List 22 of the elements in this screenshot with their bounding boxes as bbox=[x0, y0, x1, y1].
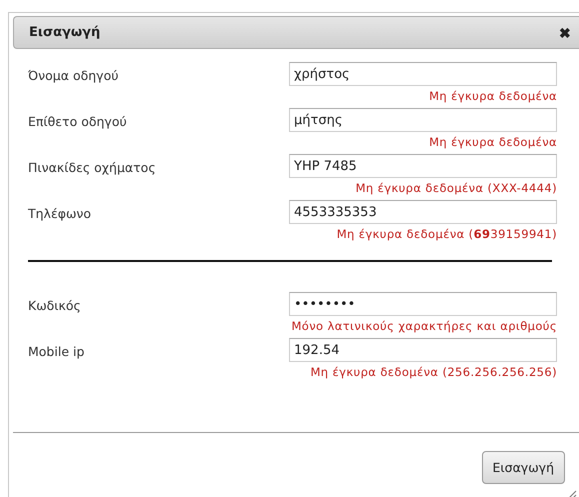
field-label: Τηλέφωνο bbox=[28, 205, 92, 223]
field-label: Κωδικός bbox=[28, 297, 82, 315]
error-message: Μη έγκυρα δεδομένα bbox=[429, 135, 557, 149]
input-field[interactable]: μήτσης bbox=[289, 108, 557, 132]
input-field[interactable]: 192.54 bbox=[289, 338, 557, 362]
field-label: Όνομα οδηγού bbox=[28, 67, 120, 85]
field-label: Επίθετο οδηγού bbox=[28, 113, 128, 131]
input-field[interactable]: YHP 7485 bbox=[289, 154, 557, 178]
dialog-title: Εισαγωγή bbox=[29, 25, 100, 40]
error-message: Μη έγκυρα δεδομένα (6939159941) bbox=[336, 227, 557, 241]
resize-grip-icon[interactable] bbox=[567, 490, 577, 497]
input-field[interactable]: χρήστος bbox=[289, 62, 557, 86]
error-message: Μη έγκυρα δεδομένα (XXX-4444) bbox=[356, 181, 557, 195]
error-message: Μόνο λατινικούς χαρακτήρες και αριθμούς bbox=[291, 319, 557, 333]
field-label: Πινακίδες οχήματος bbox=[28, 159, 157, 177]
error-message: Μη έγκυρα δεδομένα bbox=[429, 89, 557, 103]
input-field[interactable]: •••••••• bbox=[289, 292, 557, 316]
input-field[interactable]: 4553335353 bbox=[289, 200, 557, 224]
field-label: Mobile ip bbox=[28, 343, 86, 361]
error-message: Μη έγκυρα δεδομένα (256.256.256.256) bbox=[310, 365, 557, 379]
close-button[interactable]: ✖ bbox=[559, 24, 571, 40]
submit-button[interactable]: Εισαγωγή bbox=[482, 451, 565, 484]
